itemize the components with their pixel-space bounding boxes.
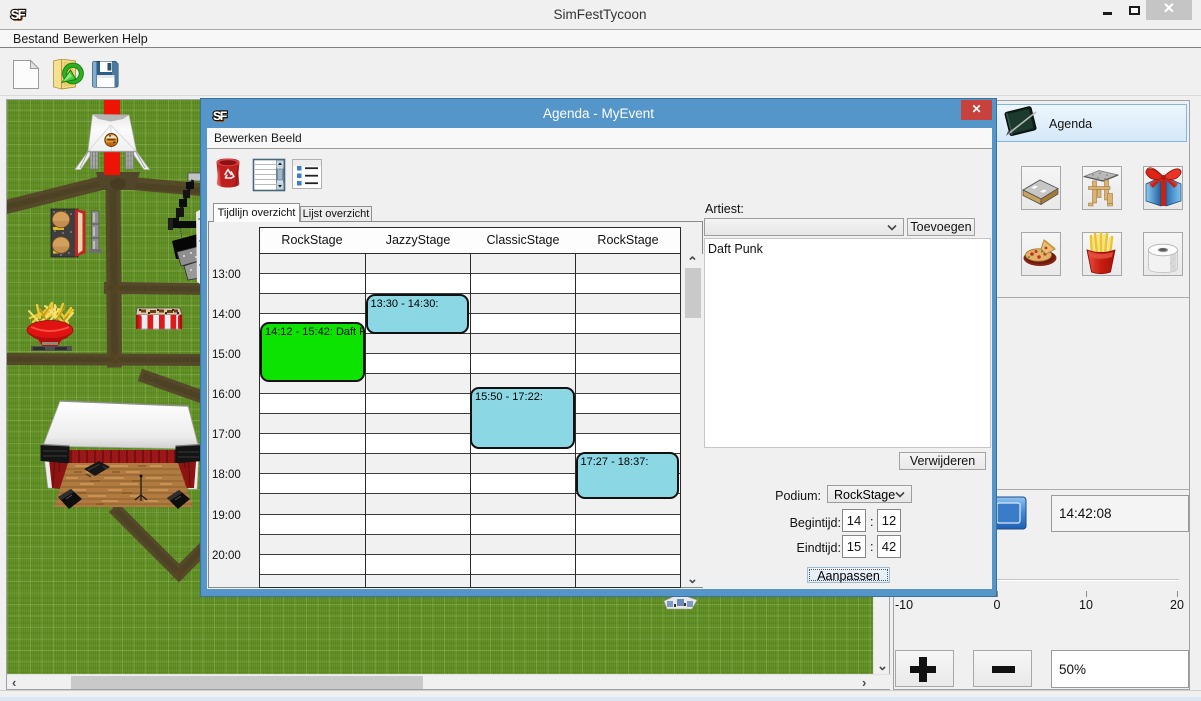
svg-text:SF: SF (213, 109, 227, 123)
svg-text:SF: SF (11, 8, 26, 22)
